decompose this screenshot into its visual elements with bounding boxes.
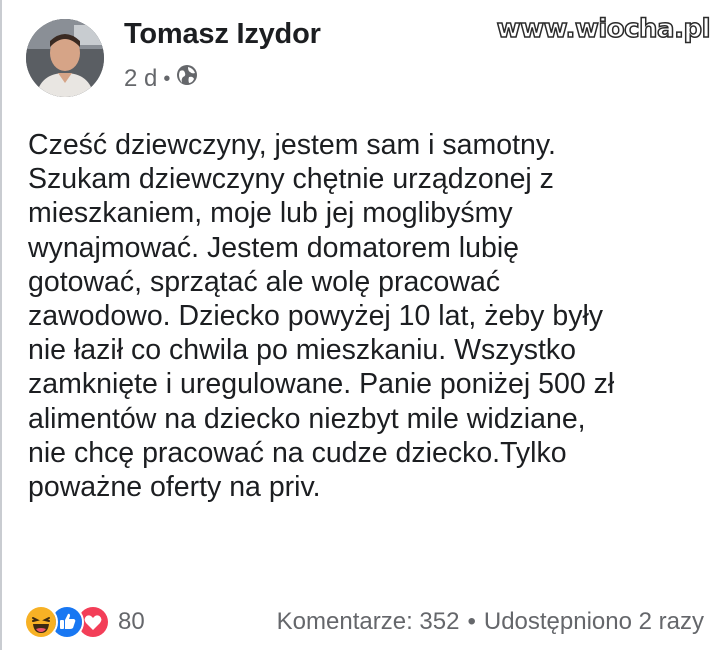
post-text-line: zawodowo. Dziecko powyżej 10 lat, żeby b… <box>28 300 604 333</box>
haha-icon <box>24 605 58 639</box>
shares-count[interactable]: Udostępniono 2 razy <box>484 608 704 636</box>
reaction-count[interactable]: 80 <box>118 608 145 636</box>
post-text-line: alimentów na dziecko niezbyt mile widzia… <box>28 402 586 435</box>
profile-photo <box>26 19 104 97</box>
engagement-stats: Komentarze: 352 • Udostępniono 2 razy <box>277 608 704 636</box>
watermark: www.wiocha.pl <box>496 13 711 45</box>
post-text-line: Szukam dziewczyny chętnie urządzonej z <box>28 163 554 196</box>
post-text-line: gotować, sprzątać ale wolę pracować <box>28 265 501 298</box>
post-text-line: wynajmować. Jestem domatorem lubię <box>28 231 520 264</box>
post-time[interactable]: 2 d <box>124 65 157 93</box>
avatar[interactable] <box>26 19 104 97</box>
post-text-line: zamknięte i uregulowane. Panie poniżej 5… <box>28 368 615 401</box>
post-meta: 2 d • <box>124 64 198 93</box>
reactions-summary[interactable] <box>24 605 110 639</box>
stats-separator: • <box>467 608 476 635</box>
post-footer: 80 Komentarze: 352 • Udostępniono 2 razy <box>24 600 704 644</box>
post-body: Cześć dziewczyny, jestem sam i samotny. … <box>28 128 708 504</box>
post-text-line: Cześć dziewczyny, jestem sam i samotny. <box>28 129 556 161</box>
post-text-line: nie łaził co chwila po mieszkaniu. Wszys… <box>28 334 577 367</box>
comments-count[interactable]: Komentarze: 352 <box>277 608 460 636</box>
author-name[interactable]: Tomasz Izydor <box>124 18 321 51</box>
post-card: Tomasz Izydor 2 d • www.wiocha.pl Cześć … <box>0 0 720 650</box>
post-text-line: mieszkaniem, moje lub jej moglibyśmy <box>28 197 513 230</box>
meta-separator: • <box>163 67 171 90</box>
post-text-line: nie chcę pracować na cudze dziecko.Tylko <box>28 436 567 469</box>
post-text-line: poważne oferty na priv. <box>28 471 321 504</box>
globe-icon <box>176 64 198 93</box>
